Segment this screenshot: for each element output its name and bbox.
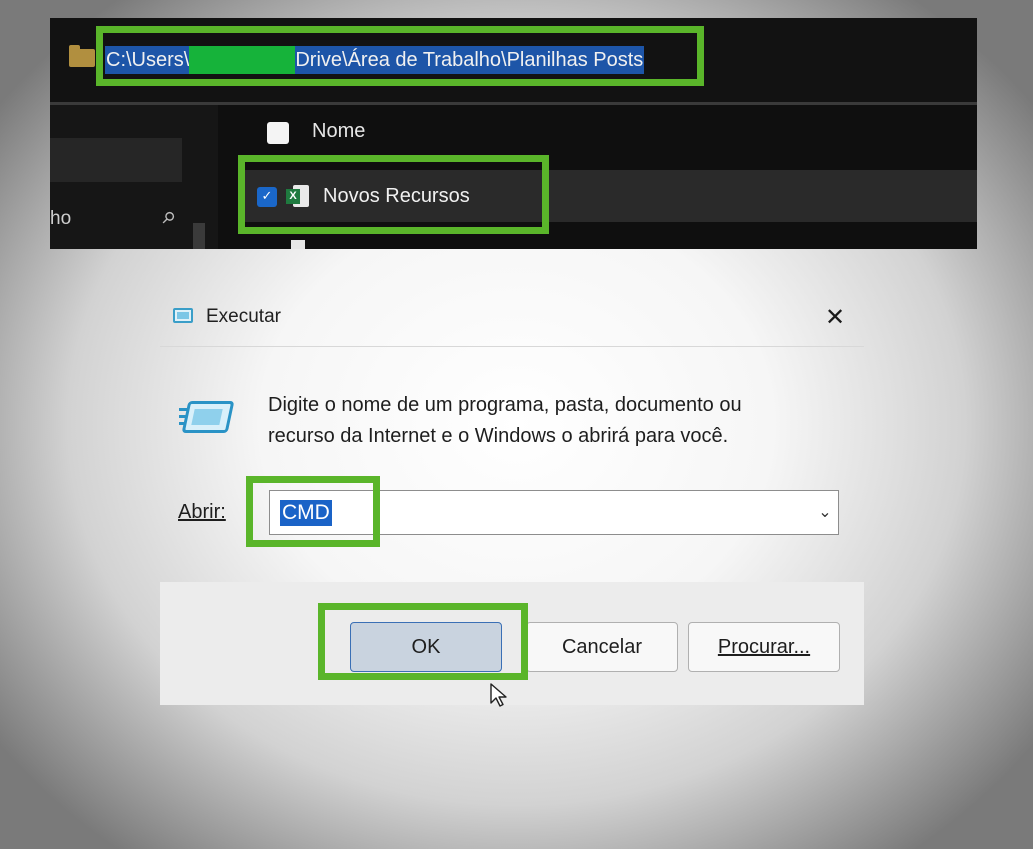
address-highlight-box [96, 26, 704, 86]
browse-button-label: Procurar... [717, 636, 811, 658]
open-label-text: Abrir: [178, 501, 226, 523]
nav-pane-label[interactable]: ho [50, 208, 71, 230]
ok-highlight-box [318, 603, 528, 680]
nav-pane-item[interactable] [50, 138, 182, 182]
open-label: Abrir: [178, 501, 226, 524]
close-icon[interactable]: ✕ [811, 297, 859, 337]
description-line-1: Digite o nome de um programa, pasta, doc… [268, 394, 742, 416]
run-title-icon [173, 308, 193, 323]
navigation-pane: ho ⚲ [50, 105, 218, 249]
run-dialog: Executar ✕ Digite o nome de um programa,… [160, 290, 864, 705]
chevron-down-icon[interactable]: ⌄ [815, 499, 835, 525]
dialog-description: Digite o nome de um programa, pasta, doc… [268, 390, 848, 452]
file-icon [291, 240, 305, 249]
dialog-title: Executar [206, 306, 281, 327]
dialog-titlebar: Executar ✕ [160, 290, 864, 347]
pin-icon[interactable]: ⚲ [154, 204, 182, 232]
run-icon [179, 399, 235, 437]
folder-icon [69, 45, 95, 67]
select-all-checkbox-icon[interactable] [267, 122, 289, 144]
column-header-name[interactable]: Nome [312, 120, 365, 143]
mouse-cursor-icon [490, 683, 507, 707]
file-explorer-window: C:\Users\ Drive\Área de Trabalho\Planilha… [50, 18, 977, 249]
file-row-highlight-box [238, 155, 549, 234]
description-line-2: recurso da Internet e o Windows o abrirá… [268, 425, 729, 447]
cmd-highlight-box [246, 476, 380, 547]
cancel-button[interactable]: Cancelar [526, 622, 678, 672]
address-bar[interactable]: C:\Users\ Drive\Área de Trabalho\Planilha… [50, 18, 977, 105]
nav-pane-scrollbar[interactable] [193, 223, 205, 249]
browse-button[interactable]: Procurar... [688, 622, 840, 672]
